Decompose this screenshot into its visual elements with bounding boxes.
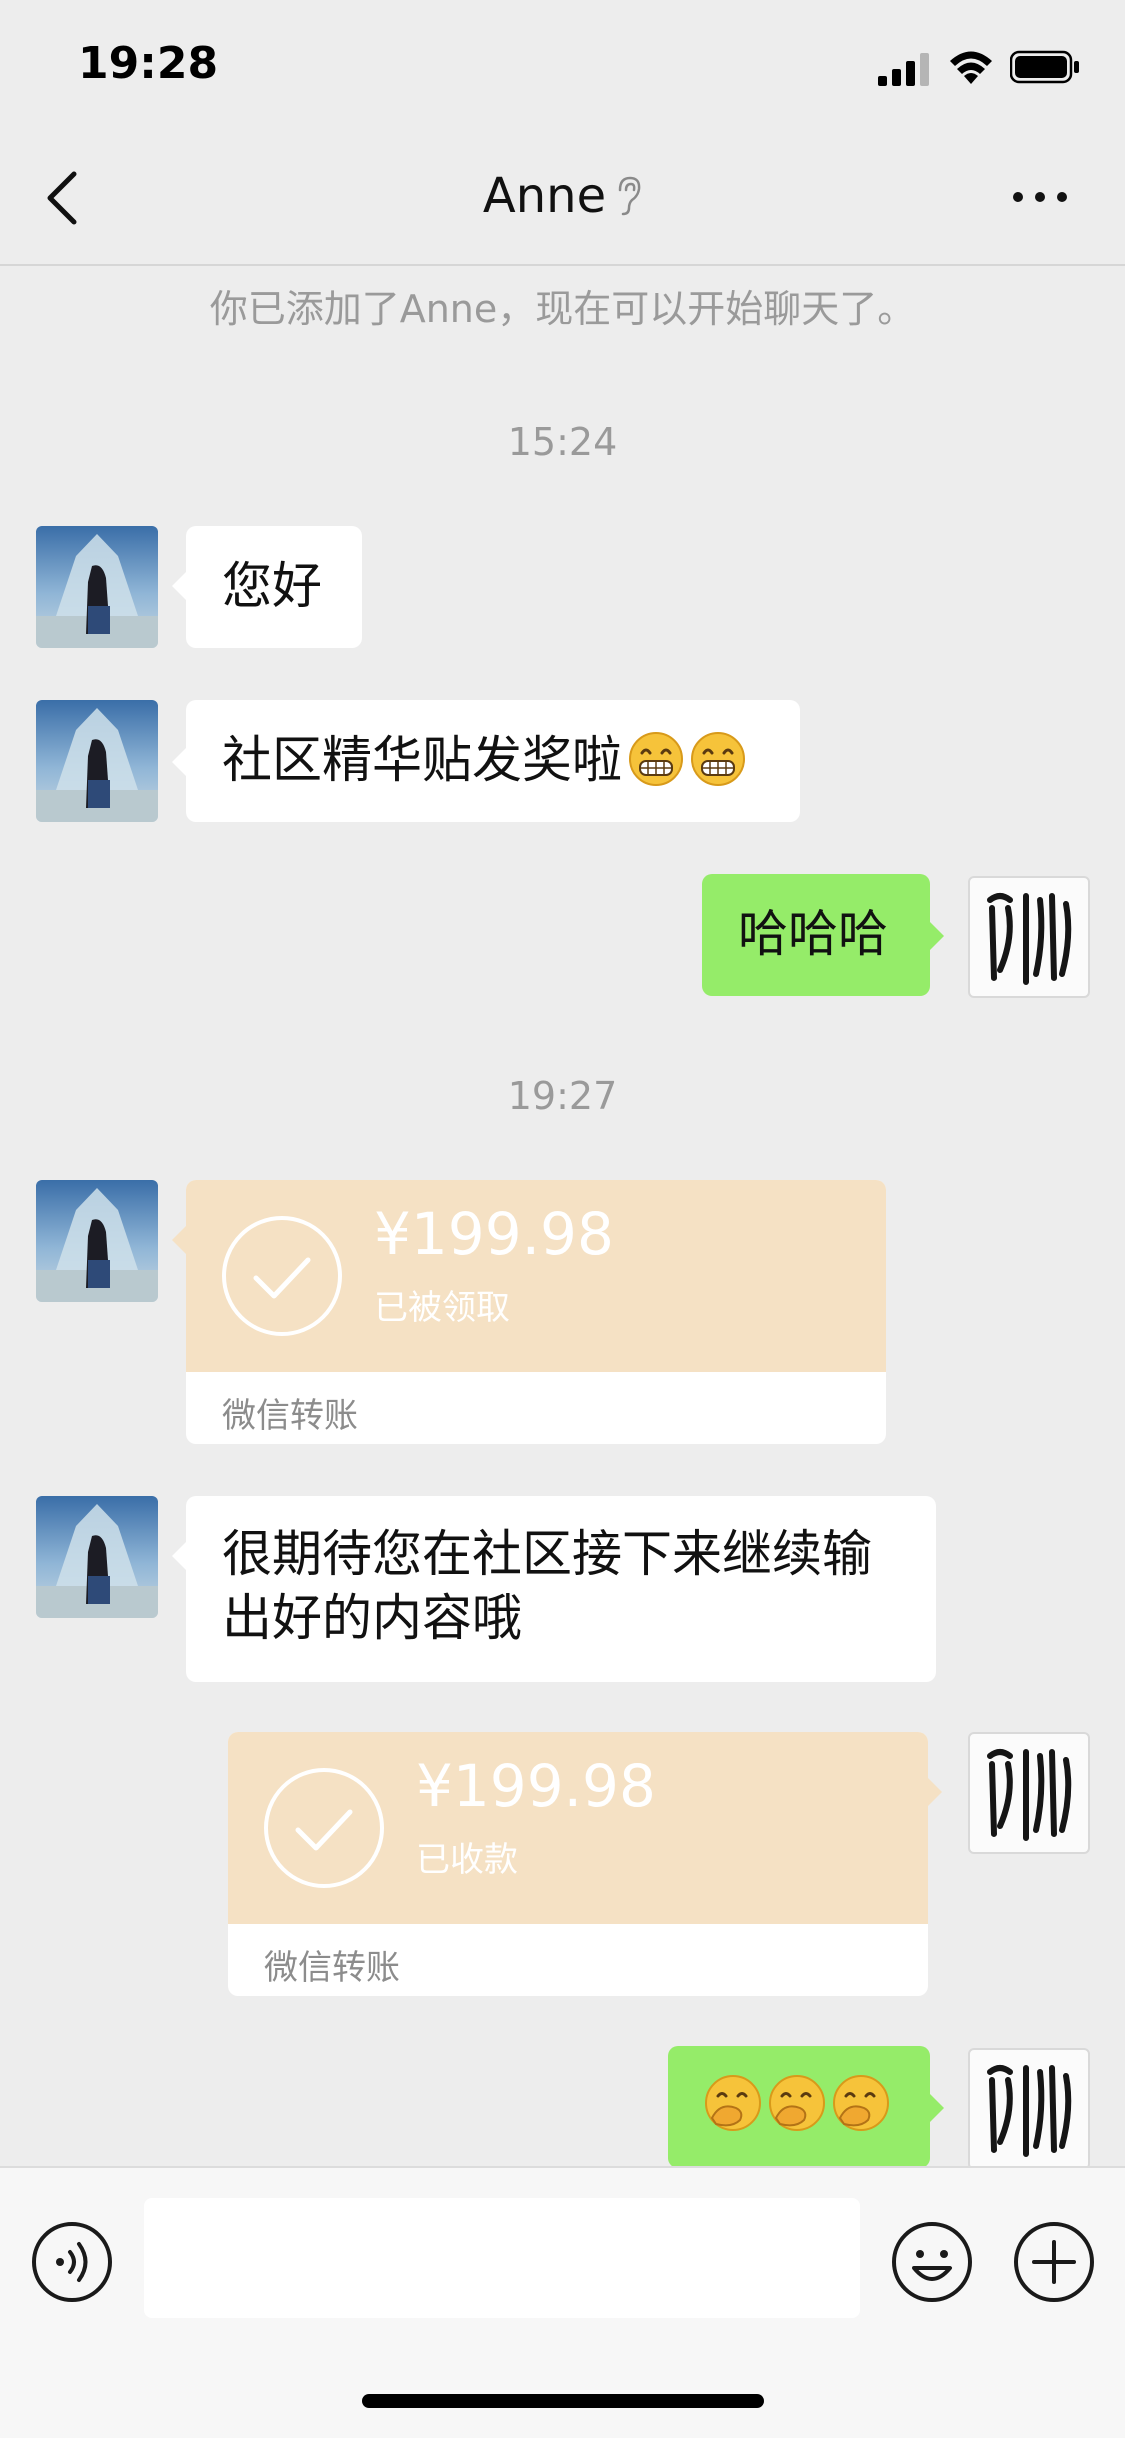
ear-icon	[618, 176, 641, 216]
check-circle-icon	[222, 1216, 342, 1336]
transfer-label: 微信转账	[264, 1948, 400, 1988]
contact-avatar[interactable]	[36, 1180, 158, 1302]
nav-bar: Anne	[0, 132, 1125, 266]
transfer-amount: ¥199.98	[374, 1200, 614, 1268]
transfer-amount: ¥199.98	[416, 1752, 656, 1820]
system-notice: 你已添加了Anne，现在可以开始聊天了。	[209, 287, 916, 331]
bubble-tail	[930, 2094, 944, 2122]
my-avatar[interactable]	[968, 876, 1090, 998]
grin-emoji-icon	[691, 732, 745, 786]
timestamp: 15:24	[507, 420, 618, 464]
bubble-tail	[172, 748, 186, 776]
hand-over-mouth-emoji-icon	[705, 2075, 761, 2131]
home-indicator	[362, 2394, 764, 2408]
transfer-card-outgoing[interactable]: ¥199.98 已收款 微信转账	[228, 1732, 928, 1996]
bubble-tail	[928, 1778, 942, 1806]
avatar-photo	[36, 526, 158, 648]
message-text: 社区精华贴发奖啦	[222, 731, 622, 789]
transfer-label: 微信转账	[222, 1396, 358, 1436]
calligraphy-avatar-icon	[987, 1749, 1072, 1841]
transfer-status: 已收款	[416, 1840, 518, 1880]
check-circle-icon	[264, 1768, 384, 1888]
message-input[interactable]	[144, 2198, 860, 2318]
avatar-photo	[36, 700, 158, 822]
bubble-tail	[930, 922, 944, 950]
message-text: 很期待您在社区接下来继续输出好的内容哦	[222, 1525, 872, 1647]
message-bubble-incoming[interactable]: 很期待您在社区接下来继续输出好的内容哦	[186, 1496, 936, 1682]
message-bubble-outgoing[interactable]: 哈哈哈	[702, 874, 930, 996]
transfer-status: 已被领取	[374, 1288, 510, 1328]
contact-avatar[interactable]	[36, 1496, 158, 1618]
message-bubble-outgoing[interactable]	[668, 2046, 930, 2168]
wifi-icon	[950, 51, 992, 84]
chat-title: Anne	[0, 168, 1125, 224]
bubble-tail	[172, 1226, 186, 1254]
emoji-icon[interactable]	[890, 2220, 974, 2304]
hand-over-mouth-emoji-icon	[769, 2075, 825, 2131]
message-bubble-incoming[interactable]: 社区精华贴发奖啦	[186, 700, 800, 822]
contact-avatar[interactable]	[36, 526, 158, 648]
calligraphy-avatar-icon	[987, 893, 1072, 985]
bubble-tail	[172, 1542, 186, 1570]
contact-name: Anne	[482, 168, 607, 224]
cellular-signal-icon	[878, 53, 929, 86]
plus-icon[interactable]	[1012, 2220, 1096, 2304]
voice-icon[interactable]	[30, 2220, 114, 2304]
avatar-photo	[36, 1180, 158, 1302]
calligraphy-avatar-icon	[987, 2065, 1072, 2157]
grin-emoji-icon	[629, 732, 683, 786]
message-text: 您好	[222, 557, 322, 615]
status-time: 19:28	[78, 38, 219, 89]
timestamp: 19:27	[507, 1074, 618, 1118]
status-bar: 19:28	[0, 0, 1125, 132]
my-avatar[interactable]	[968, 1732, 1090, 1854]
transfer-card-incoming[interactable]: ¥199.98 已被领取 微信转账	[186, 1180, 886, 1444]
bubble-tail	[172, 572, 186, 600]
avatar-photo	[36, 1496, 158, 1618]
transfer-card-body: ¥199.98 已被领取	[186, 1180, 886, 1372]
message-text: 哈哈哈	[738, 905, 888, 963]
hand-over-mouth-emoji-icon	[833, 2075, 889, 2131]
my-avatar[interactable]	[968, 2048, 1090, 2170]
transfer-card-body: ¥199.98 已收款	[228, 1732, 928, 1924]
message-bubble-incoming[interactable]: 您好	[186, 526, 362, 648]
contact-avatar[interactable]	[36, 700, 158, 822]
battery-icon	[1010, 50, 1079, 84]
more-icon[interactable]	[1010, 182, 1070, 212]
